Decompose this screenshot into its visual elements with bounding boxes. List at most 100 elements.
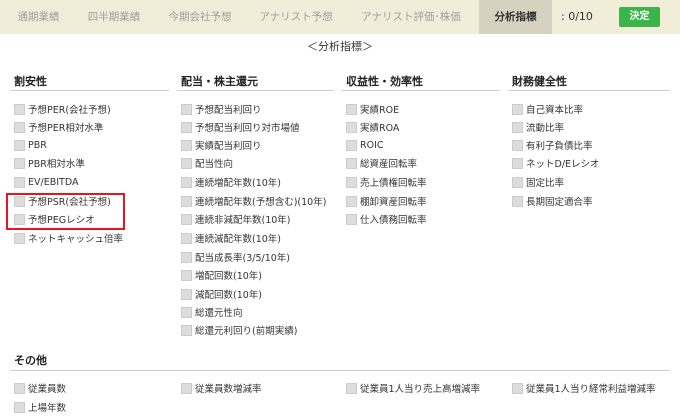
checkbox[interactable]: [512, 157, 523, 169]
checkbox[interactable]: [181, 176, 192, 188]
checkbox-label: EV/EBITDA: [28, 176, 79, 188]
checkbox-item-payables-turnover[interactable]: 仕入債務回転率: [346, 211, 427, 227]
checkbox-label: ROIC: [360, 139, 384, 151]
checkbox-label: 連続増配年数(10年): [195, 178, 282, 189]
checkbox[interactable]: [14, 103, 25, 115]
checkbox[interactable]: [181, 306, 192, 318]
tab-quarterly-results[interactable]: 四半期業績: [77, 0, 151, 34]
checkbox-label: 予想配当利回り: [195, 105, 262, 116]
checkbox-item-consecutive-non-decrease[interactable]: 連続非減配年数(10年): [181, 211, 291, 227]
checkbox[interactable]: [512, 382, 523, 394]
checkbox-item-fixed-ratio[interactable]: 固定比率: [512, 174, 564, 190]
tab-bar: 通期業績 四半期業績 今期会社予想 アナリスト予想 アナリスト評価･株価 分析指…: [0, 0, 680, 34]
checkbox-item-pbr-relative[interactable]: PBR相対水準: [14, 155, 85, 171]
checkbox-item-equity-ratio[interactable]: 自己資本比率: [512, 101, 583, 117]
checkbox-label: PBR: [28, 139, 47, 151]
checkbox-item-forecast-dividend-yield-vs-market[interactable]: 予想配当利回り対市場値: [181, 119, 300, 135]
tab-annual-results[interactable]: 通期業績: [0, 0, 77, 34]
checkbox-label: 従業員数: [28, 384, 67, 395]
checkbox[interactable]: [512, 195, 523, 207]
checkbox-item-ev-ebitda[interactable]: EV/EBITDA: [14, 174, 78, 190]
confirm-button[interactable]: 決定: [619, 7, 660, 27]
checkbox[interactable]: [181, 269, 192, 281]
checkbox[interactable]: [181, 288, 192, 300]
checkbox-item-payout-ratio[interactable]: 配当性向: [181, 155, 233, 171]
checkbox[interactable]: [346, 157, 357, 169]
checkbox-item-profit-per-employee-change[interactable]: 従業員1人当り経常利益増減率: [512, 380, 656, 396]
checkbox-label: 連続増配年数(予想含む)(10年): [195, 197, 327, 208]
checkbox-item-forecast-per[interactable]: 予想PER(会社予想): [14, 101, 111, 117]
checkbox[interactable]: [346, 195, 357, 207]
checkbox-item-fixed-long-term-ratio[interactable]: 長期固定適合率: [512, 193, 593, 209]
checkbox[interactable]: [181, 195, 192, 207]
checkbox[interactable]: [181, 324, 192, 336]
checkbox[interactable]: [14, 157, 25, 169]
checkbox[interactable]: [181, 157, 192, 169]
checkbox[interactable]: [346, 103, 357, 115]
section-divider: [10, 370, 670, 371]
checkbox-item-total-return-yield[interactable]: 総還元利回り(前期実績): [181, 322, 297, 338]
checkbox-item-forecast-dividend-yield[interactable]: 予想配当利回り: [181, 101, 262, 117]
checkbox[interactable]: [14, 176, 25, 188]
checkbox[interactable]: [181, 232, 192, 244]
checkbox-label: 総資産回転率: [360, 159, 418, 170]
checkbox-item-years-listed[interactable]: 上場年数: [14, 399, 66, 415]
checkbox[interactable]: [181, 121, 192, 133]
checkbox[interactable]: [181, 103, 192, 115]
checkbox[interactable]: [346, 176, 357, 188]
checkbox[interactable]: [14, 121, 25, 133]
checkbox-item-employees[interactable]: 従業員数: [14, 380, 66, 396]
checkbox-item-net-de-ratio[interactable]: ネットD/Eレシオ: [512, 155, 600, 171]
checkbox-item-debt-ratio[interactable]: 有利子負債比率: [512, 137, 593, 153]
tab-analysis-indicators[interactable]: 分析指標: [479, 0, 552, 34]
checkbox[interactable]: [512, 121, 523, 133]
checkbox-item-total-asset-turnover[interactable]: 総資産回転率: [346, 155, 417, 171]
checkbox-item-dividend-growth-rate[interactable]: 配当成長率(3/5/10年): [181, 249, 290, 265]
checkbox[interactable]: [14, 382, 25, 394]
highlight-box: [6, 193, 125, 230]
checkbox-label: 連続減配年数(10年): [195, 234, 282, 245]
checkbox-item-receivables-turnover[interactable]: 売上債権回転率: [346, 174, 427, 190]
checkbox-item-forecast-per-relative[interactable]: 予想PER相対水準: [14, 119, 103, 135]
checkbox-item-total-return-ratio[interactable]: 総還元性向: [181, 304, 243, 320]
checkbox-item-actual-roa[interactable]: 実績ROA: [346, 119, 399, 135]
checkbox[interactable]: [181, 382, 192, 394]
tab-analyst-forecast[interactable]: アナリスト予想: [249, 0, 343, 34]
tab-analyst-rating-price[interactable]: アナリスト評価･株価: [343, 0, 479, 34]
checkbox-item-sales-per-employee-change[interactable]: 従業員1人当り売上高増減率: [346, 380, 480, 396]
column-divider: [177, 90, 334, 91]
checkbox[interactable]: [346, 382, 357, 394]
tab-company-forecast[interactable]: 今期会社予想: [151, 0, 249, 34]
checkbox-item-consecutive-dividend-increase-forecast[interactable]: 連続増配年数(予想含む)(10年): [181, 193, 326, 209]
checkbox[interactable]: [14, 401, 25, 413]
checkbox-item-roic[interactable]: ROIC: [346, 137, 384, 153]
checkbox-item-pbr[interactable]: PBR: [14, 137, 47, 153]
checkbox-item-inventory-turnover[interactable]: 棚卸資産回転率: [346, 193, 427, 209]
checkbox-item-consecutive-dividend-increase[interactable]: 連続増配年数(10年): [181, 174, 281, 190]
checkbox-item-current-ratio[interactable]: 流動比率: [512, 119, 564, 135]
checkbox[interactable]: [14, 139, 25, 151]
column-divider: [10, 90, 169, 91]
checkbox[interactable]: [181, 213, 192, 225]
checkbox-label: 自己資本比率: [526, 105, 584, 116]
checkbox[interactable]: [346, 139, 357, 151]
checkbox-item-net-cash-ratio[interactable]: ネットキャッシュ倍率: [14, 230, 123, 246]
checkbox-item-dividend-increase-count[interactable]: 増配回数(10年): [181, 267, 262, 283]
checkbox-item-actual-roe[interactable]: 実績ROE: [346, 101, 399, 117]
section-title-financial: 財務健全性: [512, 75, 567, 88]
checkbox[interactable]: [181, 139, 192, 151]
checkbox[interactable]: [14, 232, 25, 244]
checkbox[interactable]: [346, 121, 357, 133]
checkbox-item-consecutive-dividend-decrease[interactable]: 連続減配年数(10年): [181, 230, 281, 246]
checkbox[interactable]: [512, 103, 523, 115]
checkbox[interactable]: [512, 176, 523, 188]
checkbox-label: 実績配当利回り: [195, 141, 262, 152]
checkbox[interactable]: [346, 213, 357, 225]
checkbox[interactable]: [512, 139, 523, 151]
checkbox-label: 配当成長率(3/5/10年): [195, 253, 290, 264]
checkbox-label: 有利子負債比率: [526, 141, 593, 152]
checkbox-item-employees-change-rate[interactable]: 従業員数増減率: [181, 380, 262, 396]
checkbox-item-dividend-decrease-count[interactable]: 減配回数(10年): [181, 286, 262, 302]
checkbox[interactable]: [181, 251, 192, 263]
checkbox-item-actual-dividend-yield[interactable]: 実績配当利回り: [181, 137, 262, 153]
